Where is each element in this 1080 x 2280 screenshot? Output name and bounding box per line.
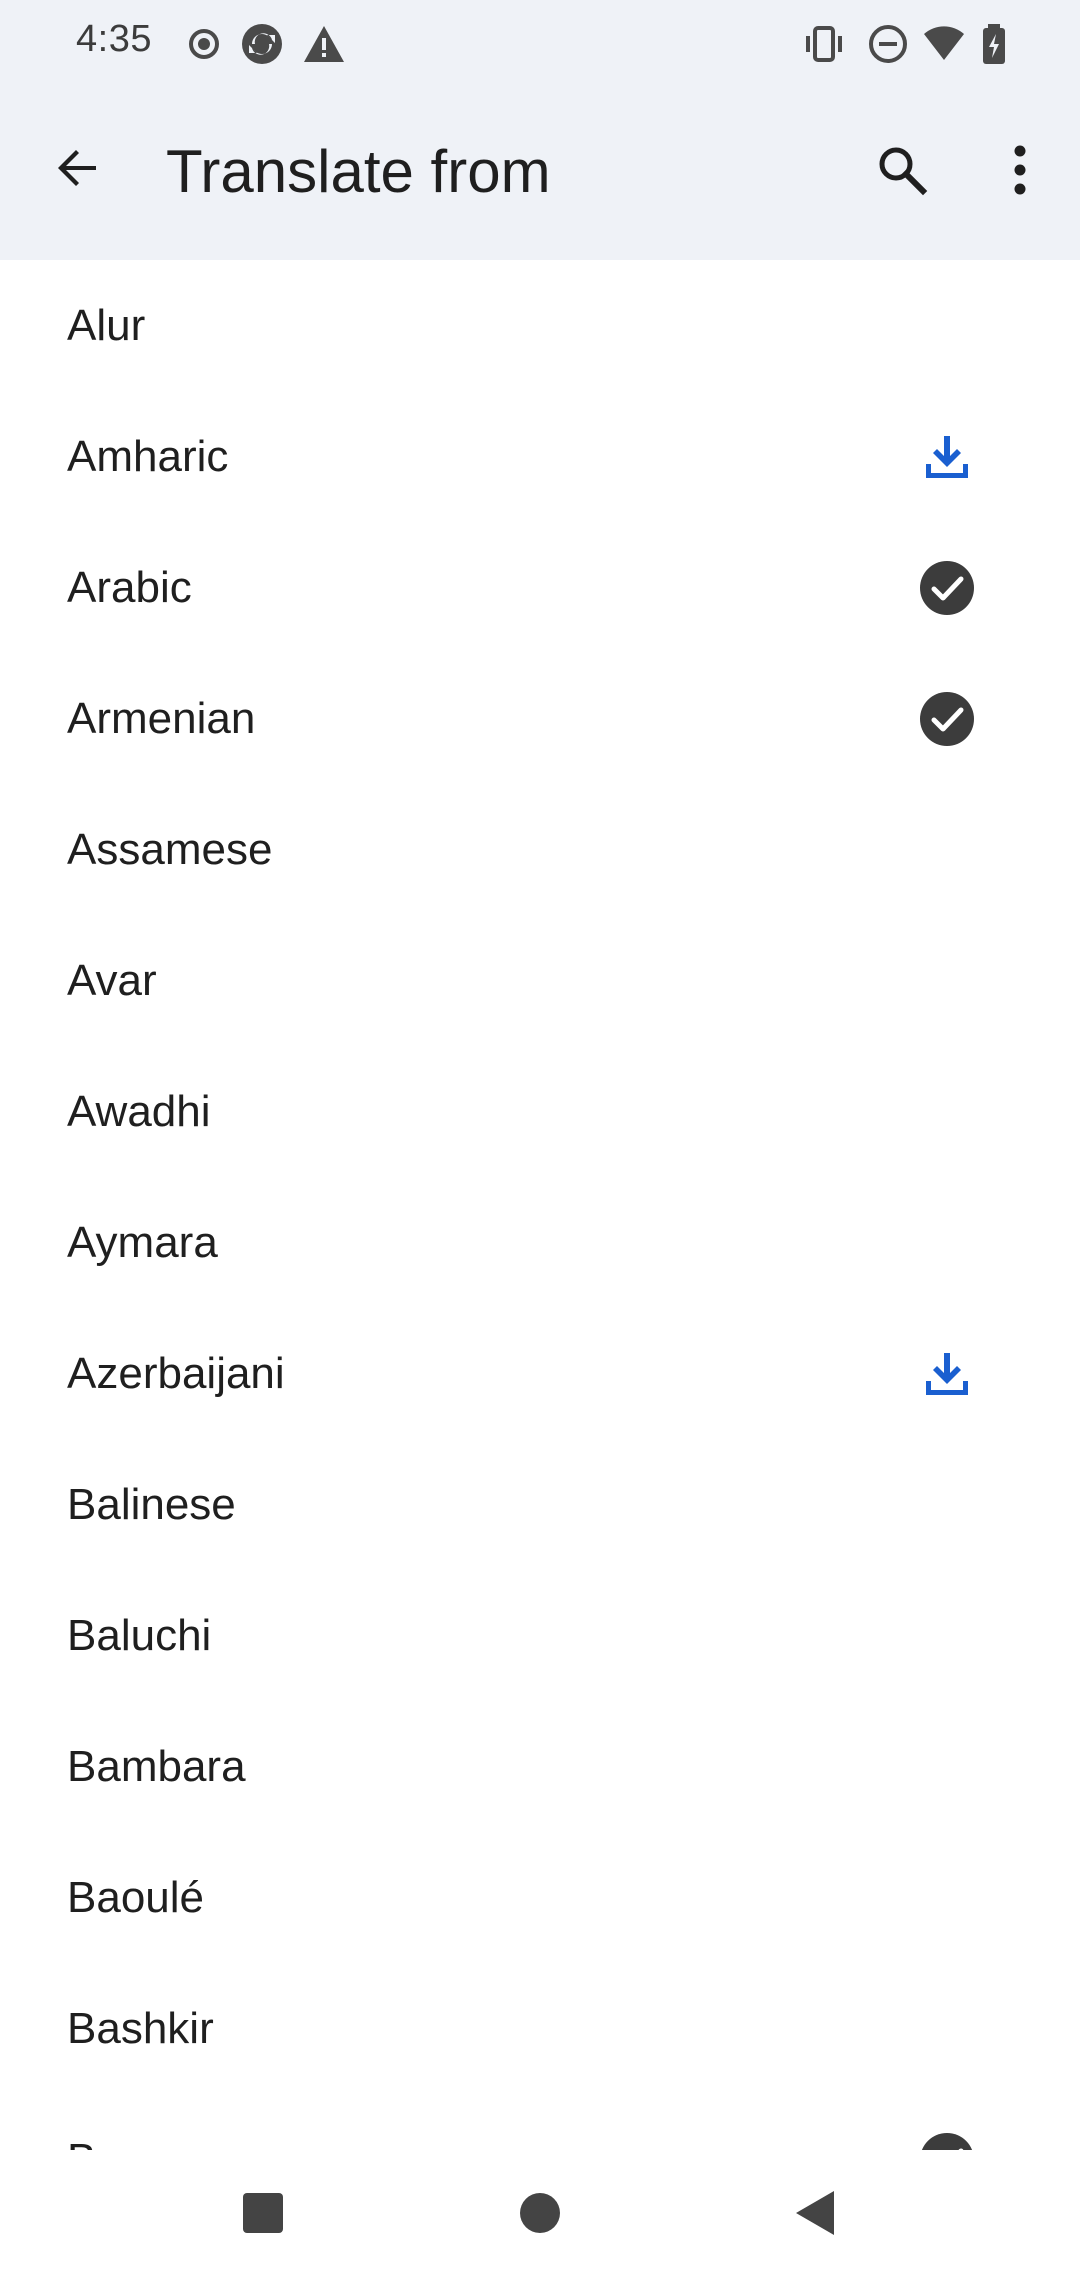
language-list: Alur Amharic Arabic Armenian Assamese Av… [0,260,1080,2150]
check-circle-icon [918,559,976,617]
language-label: Arabic [67,563,192,612]
download-icon[interactable] [918,428,976,486]
language-row-assamese[interactable]: Assamese [0,784,1080,915]
language-row-avar[interactable]: Avar [0,915,1080,1046]
more-options-button[interactable] [980,132,1060,212]
language-label: Avar [67,956,157,1005]
language-row-baluchi[interactable]: Baluchi [0,1570,1080,1701]
search-icon [875,143,929,202]
language-label: Amharic [67,432,229,481]
back-icon [792,2189,838,2242]
battery-icon [972,22,1016,66]
home-button[interactable] [495,2180,585,2250]
language-row-amharic[interactable]: Amharic [0,391,1080,522]
language-row-balinese[interactable]: Balinese [0,1439,1080,1570]
language-row-azerbaijani[interactable]: Azerbaijani [0,1308,1080,1439]
language-row-baoule[interactable]: Baoulé [0,1832,1080,1963]
language-row-bashkir[interactable]: Bashkir [0,1963,1080,2094]
language-row-aymara[interactable]: Aymara [0,1177,1080,1308]
record-icon [182,22,226,66]
search-button[interactable] [862,132,942,212]
sync-icon [240,22,284,66]
language-label: Baluchi [67,1611,212,1660]
check-circle-icon [918,2131,976,2150]
system-back-button[interactable] [770,2180,860,2250]
language-label: Armenian [67,694,256,743]
language-label: Alur [67,301,146,350]
back-button[interactable] [40,132,116,208]
arrow-left-icon [52,142,104,199]
language-label: Balinese [67,1480,236,1529]
app-bar: Translate from [0,90,1080,260]
language-label: Assamese [67,825,273,874]
more-vertical-icon [1010,143,1030,202]
language-row-bambara[interactable]: Bambara [0,1701,1080,1832]
recents-icon [241,2191,285,2240]
language-row-armenian[interactable]: Armenian [0,653,1080,784]
status-time: 4:35 [76,18,152,60]
language-row-alur[interactable]: Alur [0,260,1080,391]
language-label: Aymara [67,1218,218,1267]
language-row-arabic[interactable]: Arabic [0,522,1080,653]
language-label: Bashkir [67,2004,214,2053]
wifi-icon [922,22,966,66]
language-label: Bambara [67,1742,246,1791]
page-title: Translate from [166,138,551,205]
system-nav-bar [0,2150,1080,2280]
vibrate-icon [802,22,846,66]
language-row-awadhi[interactable]: Awadhi [0,1046,1080,1177]
status-bar: 4:35 [0,0,1080,90]
language-label: Basque [67,2094,216,2150]
recents-button[interactable] [218,2180,308,2250]
language-label: Baoulé [67,1873,205,1922]
check-circle-icon [918,690,976,748]
dnd-icon [866,22,910,66]
download-icon[interactable] [918,1345,976,1403]
language-row-basque[interactable]: Basque [0,2094,1080,2150]
home-icon [518,2191,562,2240]
language-label: Azerbaijani [67,1349,285,1398]
language-label: Awadhi [67,1087,211,1136]
warning-icon [302,22,346,66]
